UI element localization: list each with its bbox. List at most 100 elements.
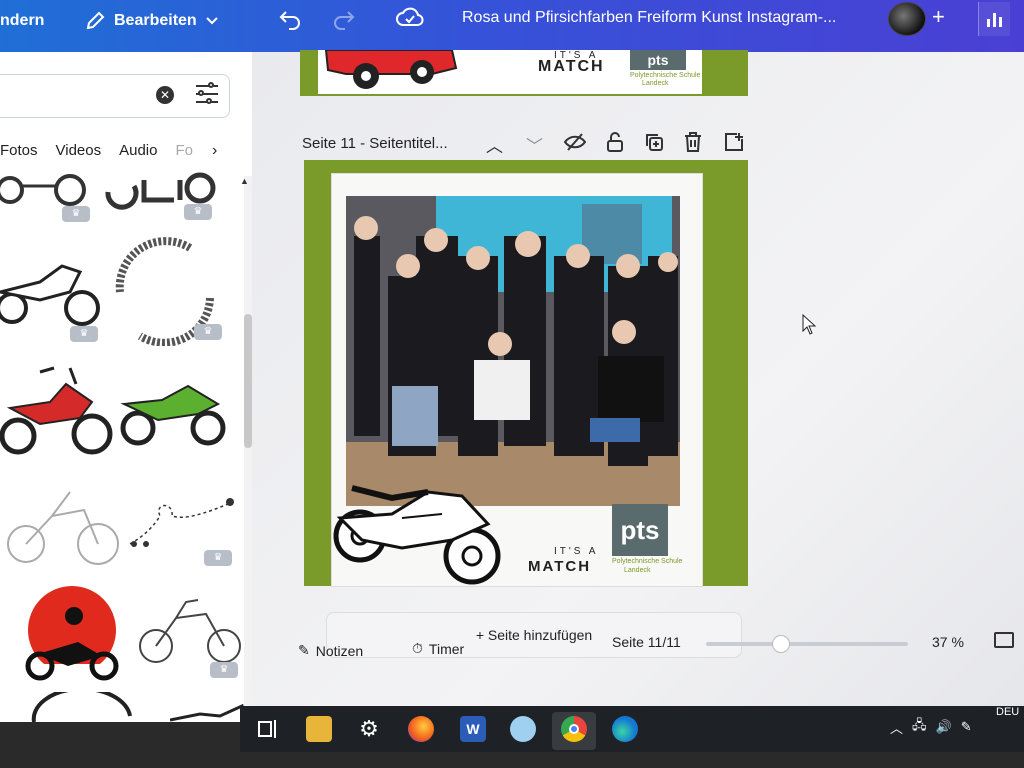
- lock-icon[interactable]: [606, 132, 624, 152]
- design-page[interactable]: IT'S A MATCH pts Polytechnische Schule L…: [304, 160, 748, 586]
- file-menu-label: ndern: [0, 12, 45, 29]
- premium-crown-icon: ♛: [194, 324, 222, 340]
- red-dirt-bike-graphic[interactable]: [0, 362, 114, 458]
- edit-menu-button[interactable]: Bearbeiten: [84, 10, 219, 32]
- system-tray: ︿ 🖧 🔊 ✎: [890, 716, 972, 738]
- premium-crown-icon: ♛: [70, 326, 98, 342]
- notes-icon: ✎: [298, 642, 310, 658]
- zoom-level[interactable]: 37 %: [932, 634, 964, 650]
- pen-icon[interactable]: ✎: [961, 719, 972, 735]
- clear-icon[interactable]: ✕: [156, 86, 174, 104]
- timer-icon: ⏱: [412, 640, 423, 656]
- redo-button[interactable]: [332, 8, 356, 30]
- tab-fotos[interactable]: Fotos: [0, 142, 38, 159]
- green-motorcycle-graphic[interactable]: [118, 374, 230, 450]
- redo-icon: [334, 11, 355, 30]
- page-header: Seite 11 - Seitentitel... ︿ ﹀: [302, 132, 752, 157]
- file-menu-button[interactable]: ndern: [0, 12, 44, 30]
- trash-icon[interactable]: [684, 132, 702, 152]
- bike-silhouette-graphic[interactable]: [170, 704, 246, 722]
- undo-button[interactable]: [278, 8, 302, 30]
- sport-motorcycle-outline[interactable]: [0, 252, 104, 328]
- firefox-icon[interactable]: [408, 716, 434, 742]
- tray-chevron-up-icon[interactable]: ︿: [890, 718, 903, 737]
- polaroid-frame[interactable]: IT'S A MATCH pts Polytechnische Schule L…: [332, 174, 702, 586]
- top-toolbar: ndern Bearbeiten Rosa und Pfirsichfarben…: [0, 0, 1024, 52]
- match-text: MATCH: [528, 558, 592, 575]
- mouse-cursor-icon: [802, 314, 817, 335]
- bottom-bar: ✎ Notizen ⏱ Timer Seite 11/11 37 %: [252, 632, 1024, 688]
- add-page-icon[interactable]: [724, 132, 744, 152]
- grid-view-icon[interactable]: [994, 632, 1014, 648]
- avatar[interactable]: [888, 2, 926, 36]
- invite-button[interactable]: +: [932, 4, 945, 30]
- plus-icon: +: [932, 4, 945, 29]
- canvas-area: IT'S A MATCH pts Polytechnische Schule L…: [252, 50, 1024, 722]
- duplicate-icon[interactable]: [644, 132, 664, 152]
- page-title[interactable]: Seite 11 - Seitentitel...: [302, 135, 448, 152]
- notes-button[interactable]: ✎ Notizen: [298, 642, 363, 659]
- chevron-right-icon[interactable]: ›: [212, 142, 217, 160]
- timer-button[interactable]: ⏱ Timer: [412, 640, 464, 657]
- page-counter[interactable]: Seite 11/11: [612, 634, 681, 650]
- scroll-up-icon[interactable]: ▲: [240, 176, 249, 186]
- premium-crown-icon: ♛: [184, 204, 212, 220]
- file-explorer-icon[interactable]: [306, 716, 332, 742]
- school-city: Landeck: [624, 567, 651, 574]
- pts-logo-text: pts: [620, 514, 660, 545]
- language-indicator[interactable]: DEU: [996, 706, 1019, 718]
- red-sun-rider-graphic[interactable]: [18, 586, 126, 686]
- motorcycle-wheels-graphic[interactable]: [0, 172, 110, 212]
- zoom-slider[interactable]: [706, 635, 908, 653]
- previous-page-preview[interactable]: IT'S A MATCH pts Polytechnische Schule L…: [300, 50, 748, 96]
- zoom-slider-handle[interactable]: [771, 635, 790, 653]
- group-photo[interactable]: [346, 196, 680, 506]
- tab-videos[interactable]: Videos: [56, 142, 102, 159]
- word-icon[interactable]: W: [460, 716, 486, 742]
- tab-more[interactable]: Fo: [175, 142, 193, 159]
- task-view-icon[interactable]: [254, 716, 280, 742]
- group-photo-illustration: [346, 196, 680, 506]
- eye-hide-icon[interactable]: [564, 132, 586, 152]
- heart-route-graphic[interactable]: [124, 496, 238, 552]
- cruiser-motorcycle-sketch[interactable]: [136, 594, 242, 666]
- edge-icon[interactable]: [612, 716, 638, 742]
- tab-audio[interactable]: Audio: [119, 142, 157, 159]
- chrome-icon[interactable]: [561, 716, 587, 742]
- insights-button[interactable]: [978, 2, 1010, 36]
- elements-panel: ✕ Fotos Videos Audio Fo › ♛ ♛ ♛ ♛ ♛ ♛ ▲: [0, 52, 252, 722]
- pts-logo: pts: [630, 50, 686, 70]
- premium-crown-icon: ♛: [210, 662, 238, 678]
- motocross-bike-sketch[interactable]: [6, 480, 120, 570]
- panel-scrollbar-thumb[interactable]: [244, 314, 252, 448]
- snipping-tool-icon[interactable]: [510, 716, 536, 742]
- match-text: MATCH: [538, 58, 605, 75]
- school-name: Polytechnische Schule: [612, 558, 683, 565]
- edit-menu-label: Bearbeiten: [114, 12, 197, 29]
- document-title[interactable]: Rosa und Pfirsichfarben Freiform Kunst I…: [462, 9, 836, 27]
- helmet-outline-graphic[interactable]: [30, 692, 134, 722]
- settings-gear-icon[interactable]: ⚙: [356, 716, 382, 742]
- filter-sliders-icon[interactable]: [196, 82, 218, 106]
- notes-label: Notizen: [315, 642, 364, 659]
- red-car-graphic: [324, 50, 458, 89]
- timer-label: Timer: [428, 640, 465, 657]
- its-a-text: IT'S A: [554, 546, 599, 557]
- media-tabs: Fotos Videos Audio Fo: [0, 142, 193, 159]
- chevron-down-icon[interactable]: ﹀: [526, 132, 543, 157]
- premium-crown-icon: ♛: [62, 206, 90, 222]
- previous-page-content: IT'S A MATCH pts Polytechnische Schule L…: [318, 50, 702, 94]
- cloud-sync-button[interactable]: [396, 6, 424, 28]
- school-city: Landeck: [642, 80, 669, 87]
- undo-icon: [279, 11, 300, 30]
- chevron-up-icon[interactable]: ︿: [486, 132, 503, 157]
- windows-taskbar: ⚙ W ︿ 🖧 🔊 ✎ DEU: [240, 706, 1024, 752]
- pts-logo: pts: [612, 504, 668, 556]
- sport-motorcycle-illustration: [333, 485, 501, 585]
- cloud-sync-icon: [396, 7, 424, 26]
- pencil-icon: [86, 11, 105, 30]
- bar-chart-icon: [987, 19, 990, 27]
- network-icon[interactable]: 🖧: [912, 716, 927, 738]
- volume-icon[interactable]: 🔊: [936, 719, 952, 735]
- chevron-down-icon: [205, 17, 218, 25]
